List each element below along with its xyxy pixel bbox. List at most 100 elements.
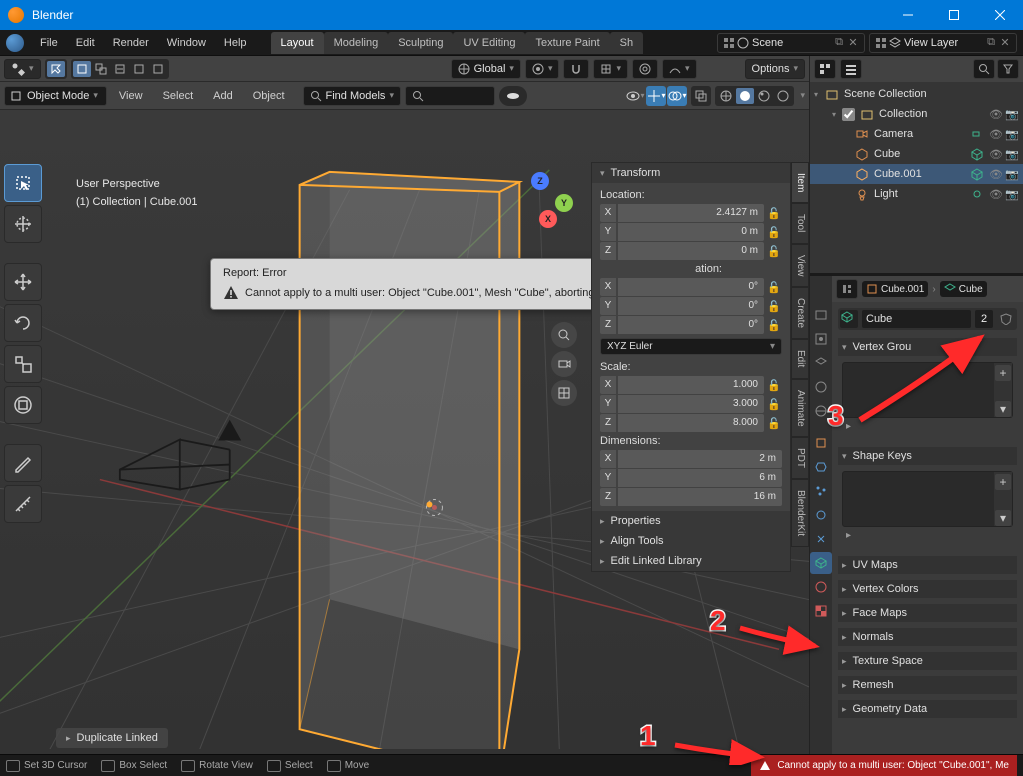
transform-header[interactable]: Transform [592, 163, 790, 183]
status-error[interactable]: Cannot apply to a multi user: Object "Cu… [751, 755, 1017, 776]
vertex-colors-header[interactable]: Vertex Colors [838, 580, 1017, 598]
options-dropdown[interactable]: Options ▾ [745, 59, 805, 79]
menu-window[interactable]: Window [159, 33, 214, 53]
shape-keys-list[interactable]: +▾ [842, 471, 1013, 527]
gizmo-z-axis[interactable]: Z [531, 172, 549, 190]
outliner-collection[interactable]: Collection 👁📷 [810, 104, 1023, 124]
scl-y[interactable]: 3.000 [618, 395, 764, 413]
ptab-physics[interactable] [810, 504, 832, 526]
menu-select[interactable]: Select [155, 87, 202, 105]
remesh-header[interactable]: Remesh [838, 676, 1017, 694]
outliner-cube[interactable]: Cube 👁📷 [810, 144, 1023, 164]
ntab-pdt[interactable]: PDT [791, 437, 809, 479]
viewlayer-browse-icon[interactable] [874, 36, 888, 50]
dim-y[interactable]: 6 m [618, 469, 782, 487]
outliner-editor-selector[interactable] [814, 59, 836, 79]
ptab-scene[interactable] [810, 376, 832, 398]
scene-new-icon[interactable]: ✕ [846, 36, 860, 50]
eye-icon[interactable]: 👁 [989, 187, 1003, 201]
pivot-selector[interactable]: ▾ [525, 59, 560, 79]
scene-browse-icon[interactable] [722, 36, 736, 50]
lock-icon[interactable]: 🔓 [766, 224, 782, 240]
close-button[interactable] [977, 0, 1023, 30]
dim-z[interactable]: 16 m [618, 488, 782, 506]
breadcrumb-obj[interactable]: Cube.001 [862, 281, 928, 297]
tab-texture-paint[interactable]: Texture Paint [525, 32, 609, 54]
tool-select-box[interactable] [4, 164, 42, 202]
lock-icon[interactable]: 🔓 [766, 415, 782, 431]
ptab-material[interactable] [810, 576, 832, 598]
search-input[interactable] [405, 86, 495, 106]
lock-icon[interactable]: 🔓 [766, 317, 782, 333]
snap-toggle[interactable] [563, 59, 589, 79]
properties-section[interactable]: Properties [592, 511, 790, 531]
gizmo-toggle-icon[interactable]: ▾ [646, 86, 666, 106]
normals-header[interactable]: Normals [838, 628, 1017, 646]
menu-edit[interactable]: Edit [68, 33, 103, 53]
rot-z[interactable]: 0° [618, 316, 764, 334]
tool-annotate[interactable] [4, 444, 42, 482]
ntab-create[interactable]: Create [791, 287, 809, 339]
outliner-display-mode[interactable] [840, 59, 862, 79]
ptab-modifiers[interactable] [810, 456, 832, 478]
linked-section[interactable]: Edit Linked Library [592, 551, 790, 571]
ntab-animate[interactable]: Animate [791, 379, 809, 438]
zoom-icon[interactable] [551, 322, 577, 348]
cursor-icon[interactable] [47, 61, 65, 77]
xray-toggle-icon[interactable] [691, 86, 711, 106]
render-icon[interactable]: 📷 [1005, 127, 1019, 141]
tool-measure[interactable] [4, 485, 42, 523]
mode-selector[interactable]: Object Mode ▾ [4, 86, 107, 106]
breadcrumb-mesh[interactable]: Cube [940, 281, 987, 297]
ptab-data[interactable] [810, 552, 832, 574]
select-mode-icons[interactable] [45, 59, 67, 79]
face-maps-header[interactable]: Face Maps [838, 604, 1017, 622]
tool-scale[interactable] [4, 345, 42, 383]
render-icon[interactable]: 📷 [1005, 167, 1019, 181]
menu-help[interactable]: Help [216, 33, 255, 53]
uv-maps-header[interactable]: UV Maps [838, 556, 1017, 574]
ptab-render[interactable] [810, 304, 832, 326]
list-menu-icon[interactable]: ▾ [995, 401, 1011, 417]
rot-y[interactable]: 0° [618, 297, 764, 315]
dim-x[interactable]: 2 m [618, 450, 782, 468]
texture-space-header[interactable]: Texture Space [838, 652, 1017, 670]
ptab-constraints[interactable] [810, 528, 832, 550]
tool-rotate[interactable] [4, 304, 42, 342]
select-intersect-icon[interactable] [149, 61, 167, 77]
snap-type[interactable]: ▾ [593, 59, 628, 79]
editor-type-selector[interactable]: ▾ [4, 59, 41, 79]
collection-enable[interactable] [842, 108, 855, 121]
menu-render[interactable]: Render [105, 33, 157, 53]
ptab-viewlayer[interactable] [810, 352, 832, 374]
grid-persp-icon[interactable] [551, 380, 577, 406]
lock-icon[interactable]: 🔓 [766, 279, 782, 295]
add-button[interactable]: + [995, 474, 1011, 490]
viewlayer-selector[interactable]: ⧉ ✕ [869, 33, 1017, 53]
eye-icon[interactable]: 👁 [989, 167, 1003, 181]
geometry-data-header[interactable]: Geometry Data [838, 700, 1017, 718]
scl-z[interactable]: 8.000 [618, 414, 764, 432]
minimize-button[interactable] [885, 0, 931, 30]
ptab-output[interactable] [810, 328, 832, 350]
viewlayer-delete-icon[interactable]: ✕ [998, 36, 1012, 50]
lock-icon[interactable]: 🔓 [766, 298, 782, 314]
last-operator-panel[interactable]: ▸ Duplicate Linked [56, 728, 168, 748]
scl-x[interactable]: 1.000 [618, 376, 764, 394]
scene-name-input[interactable] [752, 37, 832, 49]
blender-menu-icon[interactable] [6, 34, 24, 52]
proportional-type[interactable]: ▾ [662, 59, 697, 79]
eye-icon[interactable]: 👁 [989, 127, 1003, 141]
proportional-toggle[interactable] [632, 59, 658, 79]
render-icon[interactable]: 📷 [1005, 147, 1019, 161]
lock-icon[interactable]: 🔓 [766, 396, 782, 412]
search-icon[interactable] [973, 59, 995, 79]
filter-icon[interactable] [997, 59, 1019, 79]
lock-icon[interactable]: 🔓 [766, 205, 782, 221]
lock-icon[interactable]: 🔓 [766, 243, 782, 259]
ntab-item[interactable]: Item [791, 162, 809, 203]
gizmo-x-axis[interactable]: X [539, 210, 557, 228]
shape-keys-header[interactable]: Shape Keys [838, 447, 1017, 465]
list-expand[interactable]: ▸ [842, 527, 1013, 544]
tab-uv-editing[interactable]: UV Editing [453, 32, 525, 54]
